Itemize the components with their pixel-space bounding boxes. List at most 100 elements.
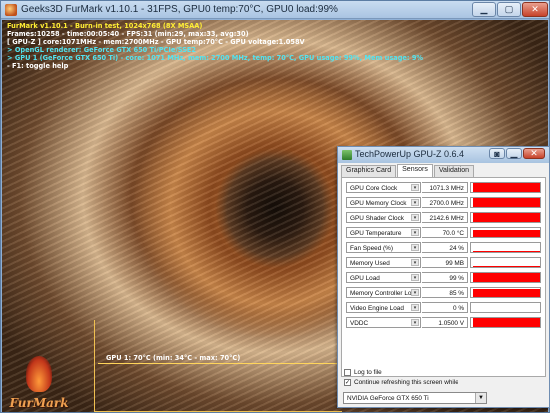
sensor-label-text: VDDC [350, 320, 369, 327]
sensor-value: 0 % [422, 302, 468, 313]
camera-icon: ◙ [494, 148, 500, 159]
gpuz-window: TechPowerUp GPU-Z 0.6.4 ◙ ▁ ✕ Graphics C… [337, 146, 550, 408]
flame-icon [26, 356, 52, 392]
osd-line: FurMark v1.10.1 - Burn-in test, 1024x768… [7, 22, 203, 30]
osd-line: - F1: toggle help [7, 62, 69, 70]
sensor-graph [470, 242, 541, 253]
sensor-graph [470, 182, 541, 193]
sensor-graph [470, 212, 541, 223]
sensor-label[interactable]: GPU Core Clock ▾ [346, 182, 421, 193]
chevron-down-icon[interactable]: ▼ [475, 393, 486, 403]
log-to-file-label: Log to file [354, 369, 382, 376]
sensor-row: VDDC ▾ 1.0500 V [346, 317, 543, 328]
sensor-label[interactable]: Memory Used ▾ [346, 257, 421, 268]
sensor-label-text: GPU Load [350, 275, 380, 282]
temp-graph-baseline [94, 411, 342, 412]
sensor-row: GPU Core Clock ▾ 1071.3 MHz [346, 182, 543, 193]
sensor-graph-fill [473, 289, 540, 297]
gpuz-camera-button[interactable]: ◙ [489, 148, 505, 159]
sensor-graph [470, 317, 541, 328]
chevron-down-icon[interactable]: ▾ [411, 199, 419, 206]
maximize-button[interactable]: ▢ [497, 2, 521, 17]
chevron-down-icon[interactable]: ▾ [411, 319, 419, 326]
sensor-row: GPU Memory Clock ▾ 2700.0 MHz [346, 197, 543, 208]
chevron-down-icon[interactable]: ▾ [411, 274, 419, 281]
furmark-window-controls: ▁ ▢ ✕ [471, 2, 548, 17]
close-button[interactable]: ✕ [522, 2, 548, 17]
sensor-label-text: GPU Memory Clock [350, 200, 407, 207]
sensor-graph [470, 287, 541, 298]
sensor-label[interactable]: Video Engine Load ▾ [346, 302, 421, 313]
sensor-row: Video Engine Load ▾ 0 % [346, 302, 543, 313]
temp-graph-label: GPU 1: 70°C (min: 34°C - max: 70°C) [106, 354, 241, 362]
sensor-graph-fill [473, 273, 540, 282]
sensor-label-text: Memory Controller Load [350, 290, 419, 297]
sensor-value: 70.0 °C [422, 227, 468, 238]
minimize-icon: ▁ [510, 148, 518, 158]
sensor-graph [470, 197, 541, 208]
chevron-down-icon[interactable]: ▾ [411, 244, 419, 251]
sensor-graph-fill [473, 230, 540, 237]
sensor-graph-fill [473, 198, 540, 207]
sensor-value: 2142.6 MHz [422, 212, 468, 223]
sensor-row: Fan Speed (%) ▾ 24 % [346, 242, 543, 253]
chevron-down-icon[interactable]: ▾ [411, 304, 419, 311]
sensor-value: 24 % [422, 242, 468, 253]
gpuz-app-icon [342, 150, 352, 160]
sensors-panel: GPU Core Clock ▾ 1071.3 MHz GPU Memory Cloc… [341, 177, 546, 377]
chevron-down-icon[interactable]: ▾ [411, 229, 419, 236]
gpuz-window-controls: ◙ ▁ ✕ [488, 148, 545, 159]
checkbox-box[interactable] [344, 369, 351, 376]
log-to-file-checkbox[interactable]: Log to file [344, 369, 382, 376]
sensor-label[interactable]: GPU Memory Clock ▾ [346, 197, 421, 208]
gpu-select-dropdown[interactable]: NVIDIA GeForce GTX 650 Ti ▼ [343, 392, 487, 404]
chevron-down-icon[interactable]: ▾ [411, 259, 419, 266]
gpuz-close-button[interactable]: ✕ [523, 148, 545, 159]
temp-graph-line [98, 363, 340, 364]
osd-line: > OpenGL renderer: GeForce GTX 650 Ti/PC… [7, 46, 197, 54]
furmark-logo-text: FurMark [9, 396, 69, 410]
sensor-label[interactable]: Fan Speed (%) ▾ [346, 242, 421, 253]
gpu-select-value: NVIDIA GeForce GTX 650 Ti [347, 395, 429, 402]
sensor-graph-fill [473, 183, 540, 192]
sensor-row: Memory Controller Load ▾ 85 % [346, 287, 543, 298]
sensor-value: 99 MB [422, 257, 468, 268]
sensor-row: Memory Used ▾ 99 MB [346, 257, 543, 268]
minimize-button[interactable]: ▁ [472, 2, 496, 17]
chevron-down-icon[interactable]: ▾ [411, 214, 419, 221]
sensor-label[interactable]: GPU Temperature ▾ [346, 227, 421, 238]
sensor-value: 85 % [422, 287, 468, 298]
checkbox-box[interactable]: ✓ [344, 379, 351, 386]
sensor-label-text: Memory Used [350, 260, 390, 267]
minimize-icon: ▁ [480, 4, 488, 14]
gpuz-tabs: Graphics Card Sensors Validation [341, 164, 475, 177]
sensor-label[interactable]: GPU Load ▾ [346, 272, 421, 283]
sensor-row: GPU Load ▾ 99 % [346, 272, 543, 283]
osd-line: [ GPU-Z ] core:1071MHz - mem:2700MHz - G… [7, 38, 305, 46]
osd-line: > GPU 1 (GeForce GTX 650 Ti) - core: 107… [7, 54, 424, 62]
continue-refresh-checkbox[interactable]: ✓ Continue refreshing this screen while … [344, 379, 458, 386]
sensor-label-text: GPU Core Clock [350, 185, 398, 192]
furmark-titlebar[interactable]: Geeks3D FurMark v1.10.1 - 31FPS, GPU0 te… [1, 1, 549, 19]
tab-graphics-card[interactable]: Graphics Card [341, 165, 397, 177]
chevron-down-icon[interactable]: ▾ [411, 289, 419, 296]
furmark-window-title: Geeks3D FurMark v1.10.1 - 31FPS, GPU0 te… [21, 4, 338, 15]
sensor-value: 1071.3 MHz [422, 182, 468, 193]
gpuz-minimize-button[interactable]: ▁ [506, 148, 522, 159]
sensor-label-text: GPU Shader Clock [350, 215, 404, 222]
chevron-down-icon[interactable]: ▾ [411, 184, 419, 191]
sensor-label-text: Fan Speed (%) [350, 245, 393, 252]
sensor-label[interactable]: GPU Shader Clock ▾ [346, 212, 421, 223]
continue-refresh-label: Continue refreshing this screen while GP… [354, 379, 458, 386]
sensor-row: GPU Temperature ▾ 70.0 °C [346, 227, 543, 238]
sensor-label[interactable]: Memory Controller Load ▾ [346, 287, 421, 298]
sensor-graph [470, 227, 541, 238]
tab-validation[interactable]: Validation [433, 165, 475, 177]
sensor-label[interactable]: VDDC ▾ [346, 317, 421, 328]
tab-sensors[interactable]: Sensors [397, 164, 433, 177]
sensor-graph [470, 272, 541, 283]
gpuz-window-title: TechPowerUp GPU-Z 0.6.4 [355, 149, 465, 159]
gpuz-titlebar[interactable]: TechPowerUp GPU-Z 0.6.4 ◙ ▁ ✕ [338, 147, 549, 163]
sensor-value: 1.0500 V [422, 317, 468, 328]
sensor-graph-fill [473, 251, 540, 252]
